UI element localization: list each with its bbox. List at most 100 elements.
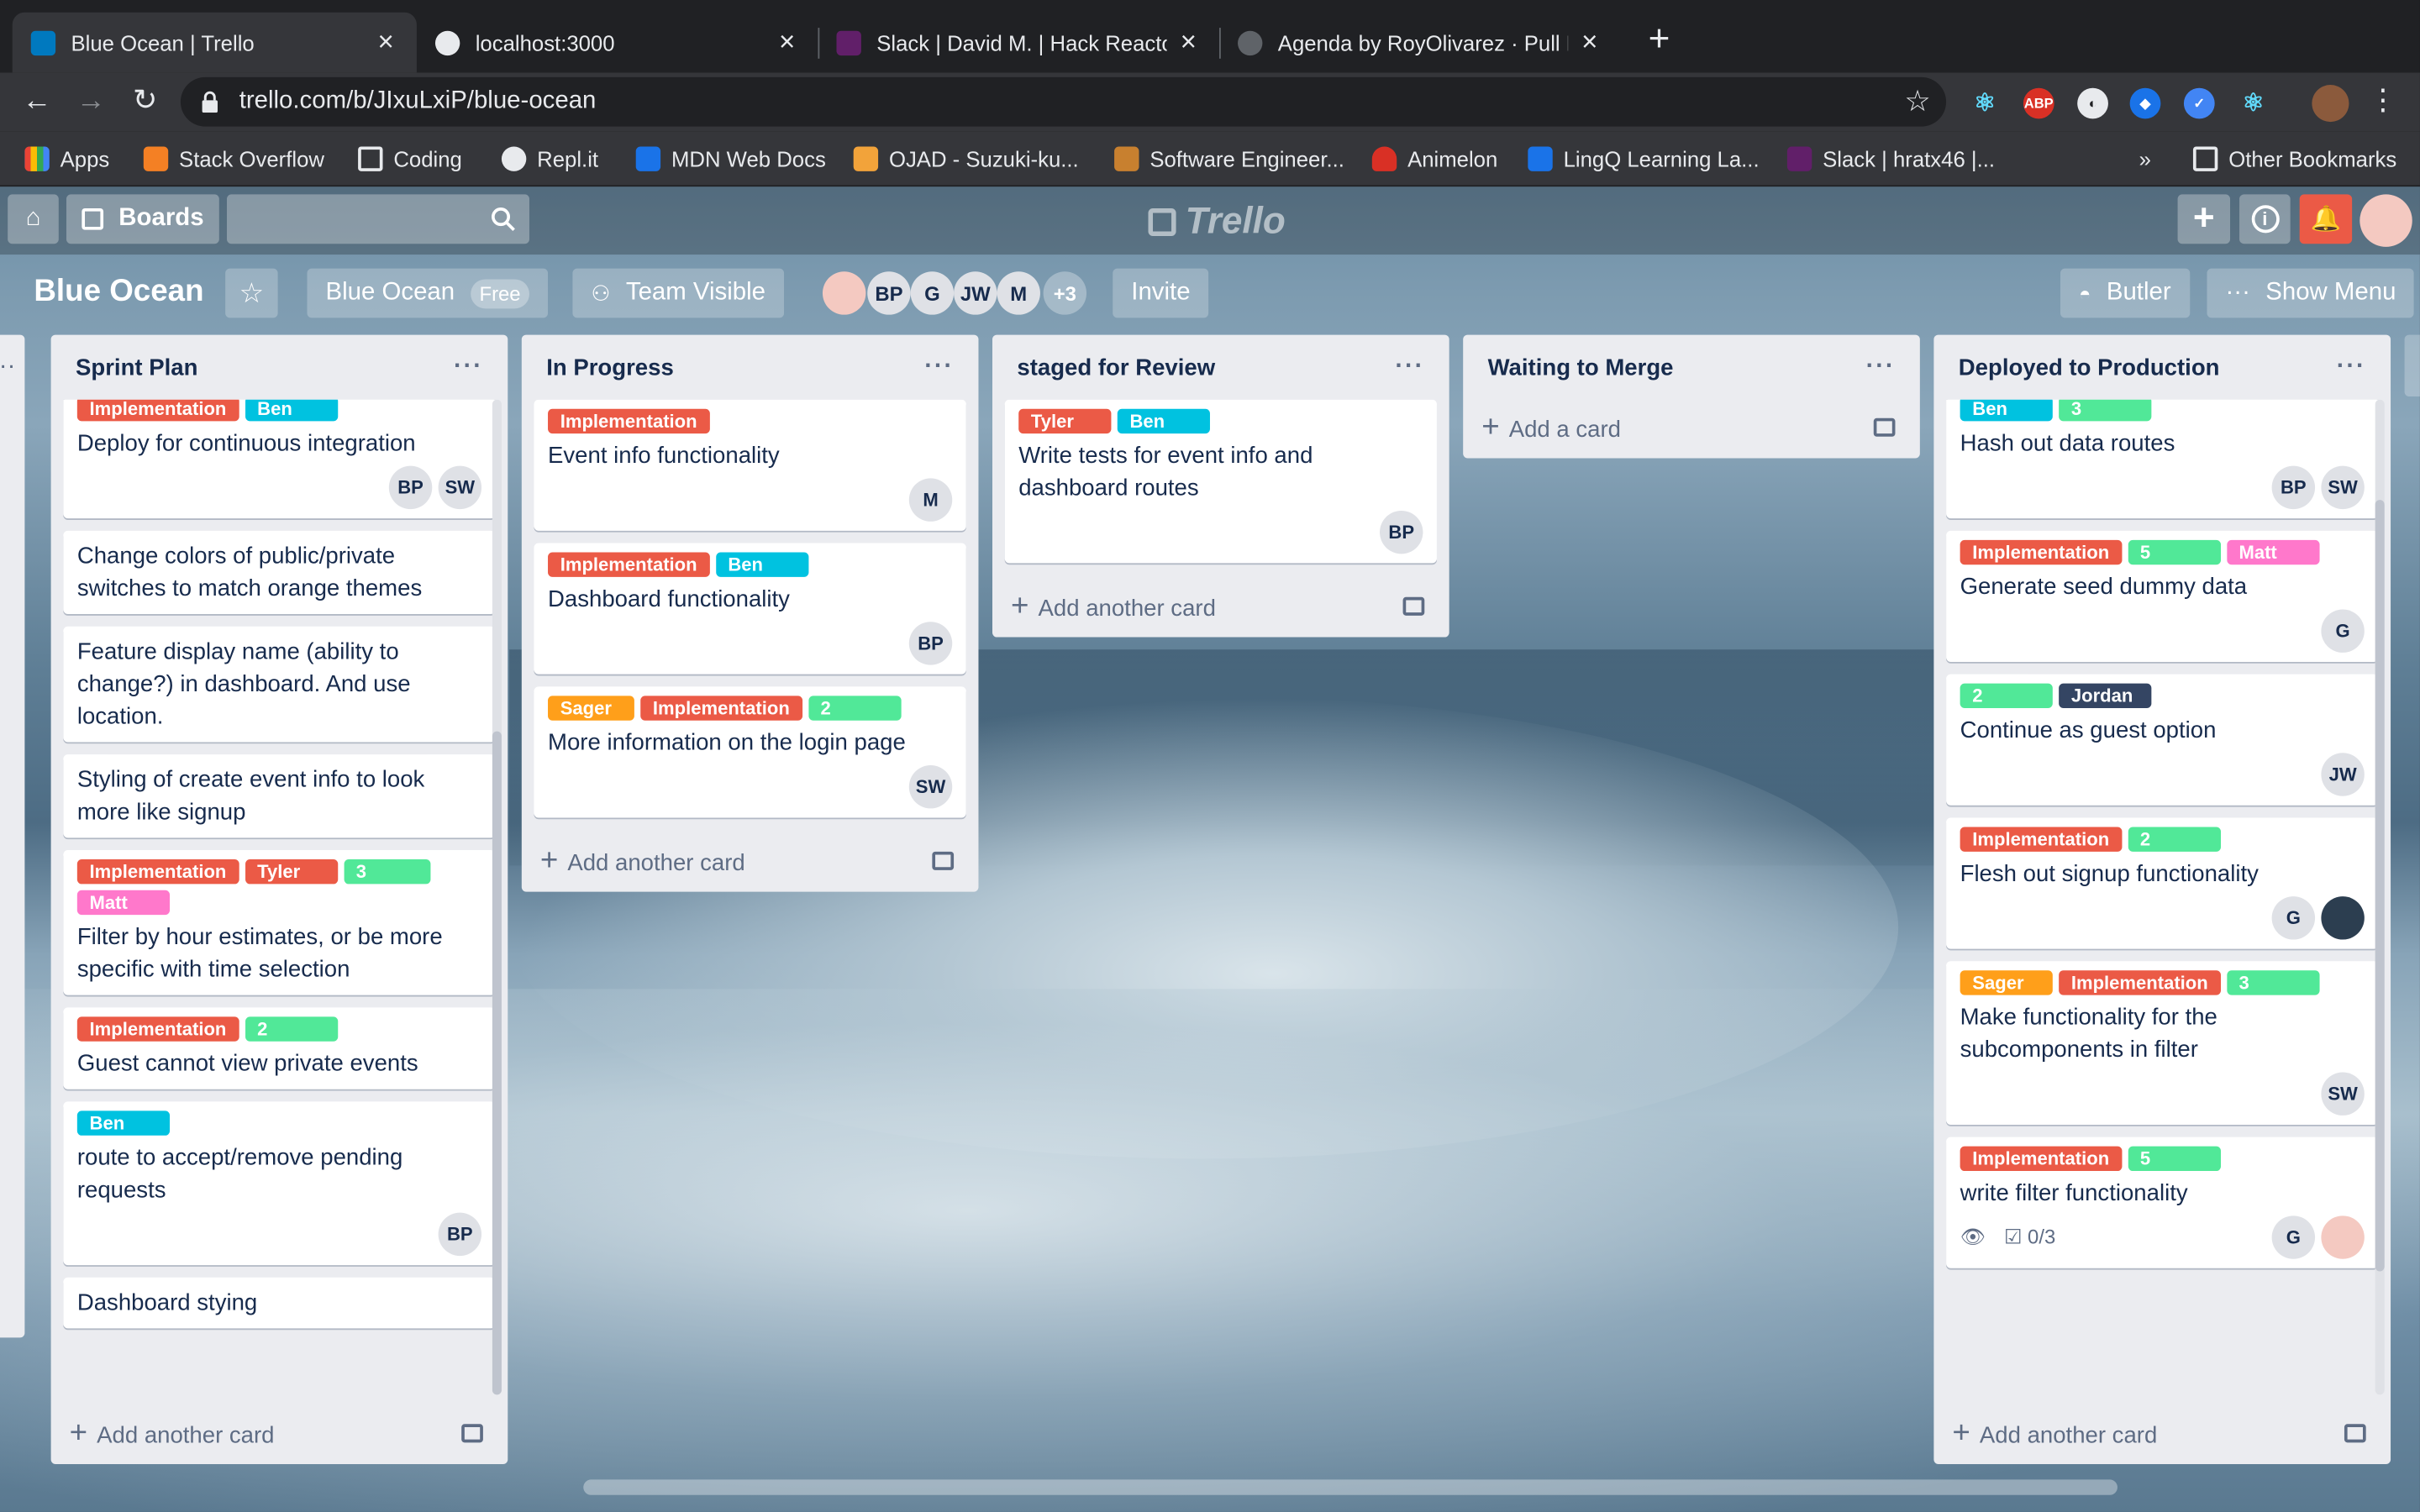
card[interactable]: Dashboard stying bbox=[63, 1277, 496, 1329]
address-bar[interactable]: trello.com/b/JIxuLxiP/blue-ocean ☆ bbox=[180, 76, 1947, 127]
add-card-button[interactable]: + Add another card bbox=[992, 575, 1449, 637]
visibility-button[interactable]: ⚇ Team Visible bbox=[572, 268, 785, 318]
bookmark-mdn[interactable]: MDN Web Docs bbox=[635, 144, 826, 175]
new-tab-icon[interactable]: + bbox=[1642, 18, 1676, 61]
trello-logo[interactable]: Trello bbox=[1148, 201, 1286, 244]
member-avatar[interactable]: BP bbox=[2271, 465, 2316, 510]
card[interactable]: Sager Implementation 2 More information on … bbox=[534, 686, 966, 818]
forward-icon[interactable]: → bbox=[71, 81, 111, 122]
member-avatar[interactable] bbox=[822, 271, 866, 315]
member-avatar[interactable]: G bbox=[2321, 609, 2365, 653]
add-card-button[interactable]: + Add another card bbox=[1933, 1403, 2391, 1464]
member-avatar[interactable]: G bbox=[2271, 896, 2316, 940]
card[interactable]: Implementation 5 Matt Generate seed dummy d… bbox=[1946, 530, 2379, 662]
reload-icon[interactable]: ↻ bbox=[125, 81, 166, 122]
list-scrollbar-thumb[interactable] bbox=[2375, 500, 2385, 1272]
member-avatar[interactable]: G bbox=[910, 271, 955, 315]
member-avatar[interactable]: BP bbox=[867, 271, 911, 315]
list-menu-icon[interactable]: ··· bbox=[924, 354, 954, 381]
card-template-icon[interactable] bbox=[1402, 596, 1425, 616]
react-icon[interactable]: ⚛ bbox=[2238, 88, 2269, 119]
bookmark-coding[interactable]: Coding bbox=[358, 144, 462, 175]
add-list-partial[interactable] bbox=[2404, 334, 2420, 397]
card[interactable]: Implementation Event info functionality M bbox=[534, 399, 966, 531]
member-avatar[interactable]: BP bbox=[908, 622, 953, 665]
bookmark-replit[interactable]: Repl.it bbox=[501, 144, 598, 175]
board-horizontal-scrollbar[interactable] bbox=[583, 1479, 2118, 1495]
card[interactable]: Change colors of public/private switches… bbox=[63, 530, 496, 615]
member-avatar[interactable]: BP bbox=[1380, 510, 1423, 554]
browser-tab-github[interactable]: Agenda by RoyOlivarez · Pull Requ × bbox=[1219, 13, 1621, 73]
member-avatar[interactable]: SW bbox=[2321, 1072, 2365, 1116]
member-avatar[interactable]: BP bbox=[438, 1212, 482, 1257]
list-title[interactable]: Deployed to Production bbox=[1959, 354, 2220, 381]
home-icon[interactable]: ⌂ bbox=[8, 194, 59, 244]
browser-tab-trello[interactable]: Blue Ocean | Trello × bbox=[12, 12, 417, 73]
adblock-icon[interactable]: ABP bbox=[2023, 87, 2054, 119]
close-tab-icon[interactable]: × bbox=[1176, 26, 1201, 59]
show-menu-button[interactable]: ··· Show Menu bbox=[2207, 268, 2415, 318]
member-photo-avatar[interactable] bbox=[2321, 1215, 2365, 1259]
card-template-icon[interactable] bbox=[1873, 417, 1896, 437]
bookmark-ojad[interactable]: OJAD - Suzuki-ku... bbox=[853, 144, 1079, 175]
search-input[interactable] bbox=[226, 194, 529, 244]
browser-tab-slack[interactable]: Slack | David M. | Hack Reactor × bbox=[818, 13, 1219, 73]
invite-button[interactable]: Invite bbox=[1113, 268, 1209, 318]
member-avatar[interactable]: JW bbox=[2321, 753, 2365, 796]
bookmark-animelon[interactable]: Animelon bbox=[1371, 144, 1497, 175]
card[interactable]: Ben route to accept/remove pending reques… bbox=[63, 1101, 496, 1266]
list-title[interactable]: staged for Review bbox=[1017, 354, 1215, 381]
card[interactable]: Implementation 2 Guest cannot view private… bbox=[63, 1007, 496, 1089]
member-avatar[interactable]: M bbox=[997, 271, 1040, 315]
add-card-button[interactable]: + Add another card bbox=[522, 830, 979, 891]
info-icon[interactable]: i bbox=[2239, 194, 2291, 244]
star-icon[interactable]: ☆ bbox=[225, 268, 278, 318]
boards-button[interactable]: Boards bbox=[66, 194, 219, 244]
card[interactable]: Implementation Tyler 3 Matt Filter by hour e… bbox=[63, 850, 496, 995]
card[interactable]: Implementation 5 write filter functionalit… bbox=[1946, 1137, 2379, 1268]
extension-icon[interactable]: ✓ bbox=[2183, 87, 2215, 119]
bookmark-apps[interactable]: Apps bbox=[24, 144, 109, 175]
member-avatar[interactable]: G bbox=[2271, 1215, 2316, 1259]
list-title[interactable]: In Progress bbox=[546, 354, 674, 381]
board-title[interactable]: Blue Ocean bbox=[34, 275, 203, 310]
back-icon[interactable]: ← bbox=[17, 81, 57, 122]
card[interactable]: Implementation 2 Flesh out signup function… bbox=[1946, 817, 2379, 949]
react-devtools-icon[interactable]: ⚛ bbox=[1970, 88, 2001, 119]
bookmark-other[interactable]: Other Bookmarks bbox=[2192, 144, 2396, 175]
bookmark-lingq[interactable]: LingQ Learning La... bbox=[1528, 144, 1760, 175]
member-avatar[interactable]: SW bbox=[908, 765, 953, 809]
member-avatar[interactable] bbox=[2360, 194, 2412, 247]
extension-icon[interactable]: ◆ bbox=[2129, 87, 2161, 119]
card[interactable]: Feature display name (ability to change?… bbox=[63, 626, 496, 743]
close-tab-icon[interactable]: × bbox=[373, 26, 397, 59]
card-template-icon[interactable] bbox=[461, 1424, 483, 1443]
member-avatar[interactable]: BP bbox=[388, 465, 433, 510]
card[interactable]: Sager Implementation 3 Make functionality f… bbox=[1946, 961, 2379, 1125]
card[interactable]: Tyler Ben Write tests for event info and d… bbox=[1004, 399, 1437, 564]
browser-tab-localhost[interactable]: localhost:3000 × bbox=[417, 13, 818, 73]
card[interactable]: Ben 3 Hash out data routes BP SW bbox=[1946, 399, 2379, 519]
create-plus-icon[interactable]: + bbox=[2177, 194, 2231, 244]
card-template-icon[interactable] bbox=[2344, 1424, 2366, 1443]
list-scrollbar-thumb[interactable] bbox=[492, 731, 502, 1395]
bookmarks-overflow[interactable]: » bbox=[2139, 144, 2151, 175]
bookmark-software-engineer[interactable]: Software Engineer... bbox=[1114, 144, 1344, 175]
list-title[interactable]: Sprint Plan bbox=[76, 354, 197, 381]
more-members-badge[interactable]: +3 bbox=[1043, 271, 1087, 315]
add-card-button[interactable]: + Add a card bbox=[1463, 396, 1920, 458]
profile-avatar[interactable] bbox=[2312, 85, 2349, 123]
card-template-icon[interactable] bbox=[932, 851, 955, 870]
extension-icon[interactable]: ◐ bbox=[2077, 87, 2108, 119]
menu-kebab-icon[interactable]: ⋮ bbox=[2363, 81, 2403, 122]
butler-button[interactable]: ◓ Butler bbox=[2060, 268, 2190, 318]
card[interactable]: Implementation Ben Dashboard functionality… bbox=[534, 543, 966, 675]
bookmark-stack-overflow[interactable]: Stack Overflow bbox=[143, 144, 324, 175]
card[interactable]: Styling of create event info to look mor… bbox=[63, 754, 496, 838]
card[interactable]: Implementation Ben Deploy for continuous i… bbox=[63, 399, 496, 519]
list-menu-icon[interactable]: ··· bbox=[454, 354, 483, 381]
member-avatar[interactable]: SW bbox=[438, 465, 482, 510]
notifications-bell-icon[interactable]: 🔔 bbox=[2299, 194, 2353, 244]
close-tab-icon[interactable]: × bbox=[775, 26, 799, 59]
list-menu-icon[interactable]: ··· bbox=[1395, 354, 1424, 381]
